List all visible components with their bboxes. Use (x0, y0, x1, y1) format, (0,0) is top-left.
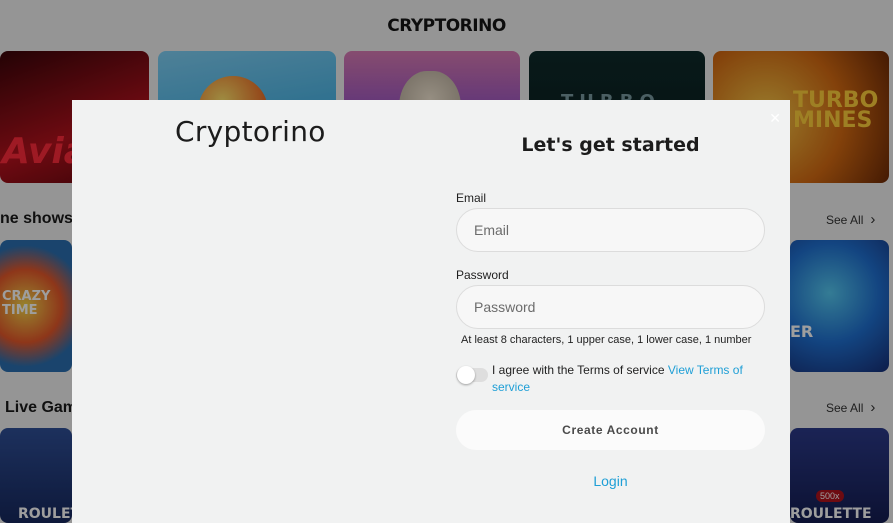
terms-agreement: I agree with the Terms of service View T… (492, 362, 752, 396)
toggle-knob (457, 366, 475, 384)
email-label: Email (456, 191, 487, 205)
password-hint: At least 8 characters, 1 upper case, 1 l… (461, 334, 752, 346)
terms-agreement-text: I agree with the Terms of service (492, 363, 668, 377)
modal-title: Let's get started (521, 134, 700, 156)
modal-logo: Cryptorino (175, 115, 326, 148)
password-label: Password (456, 268, 509, 282)
create-account-button[interactable]: Create Account (456, 410, 765, 450)
login-link[interactable]: Login (456, 473, 765, 489)
password-field[interactable] (456, 285, 765, 329)
close-icon[interactable]: ✕ (769, 110, 781, 127)
signup-modal: Cryptorino ✕ Let's get started Email Pas… (72, 100, 790, 523)
terms-toggle[interactable] (456, 365, 488, 385)
email-field[interactable] (456, 208, 765, 252)
